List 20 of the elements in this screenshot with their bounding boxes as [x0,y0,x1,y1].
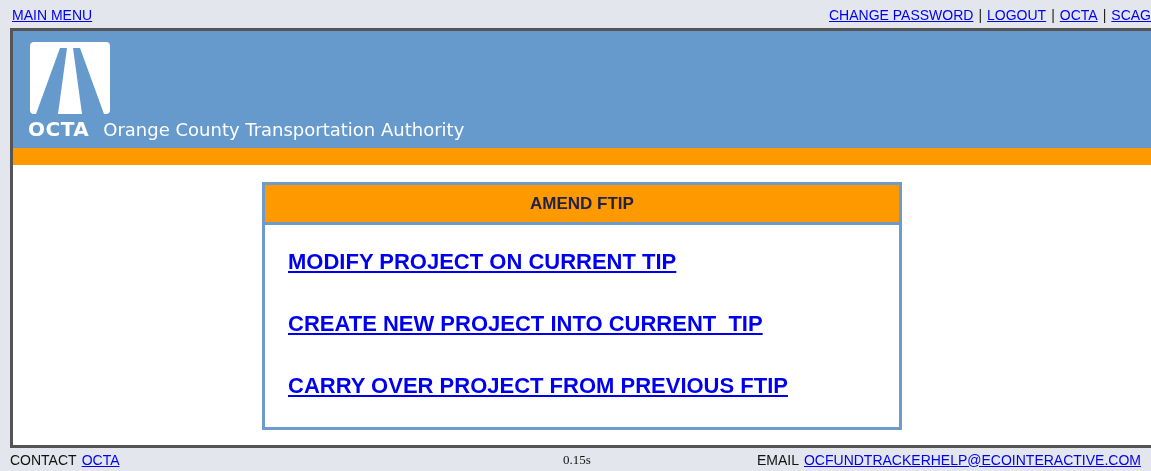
nav-link[interactable]: SCAG [1111,7,1151,23]
separator-text: | [1051,7,1055,23]
contact-link[interactable]: OCTA [81,451,120,468]
main-menu-link[interactable]: MAIN MENU [12,7,93,23]
nav-link[interactable]: LOGOUT [987,7,1047,23]
email-label: EMAIL [756,451,799,468]
action-link[interactable]: CARRY OVER PROJECT FROM PREVIOUS FTIP [288,373,788,399]
contact-label: CONTACT [10,451,77,468]
timing-text: 0.15s [563,451,591,468]
separator-text: | [978,7,983,23]
tagline: Orange County Transportation Authority [103,120,465,140]
panel-title: AMEND FTIP [530,192,634,215]
action-link[interactable]: CREATE NEW PROJECT INTO CURRENT TIP [288,311,763,337]
separator-text: | [1102,7,1107,23]
email-link[interactable]: OCFUNDTRACKERHELP@ECOINTERACTIVE.COM [803,451,1141,468]
nav-link[interactable]: CHANGE PASSWORD [828,7,974,23]
logo-text: OCTA [28,118,90,140]
road-logo-icon [30,42,110,114]
action-link[interactable]: MODIFY PROJECT ON CURRENT TIP [288,249,677,275]
nav-link[interactable]: OCTA [1059,7,1098,23]
